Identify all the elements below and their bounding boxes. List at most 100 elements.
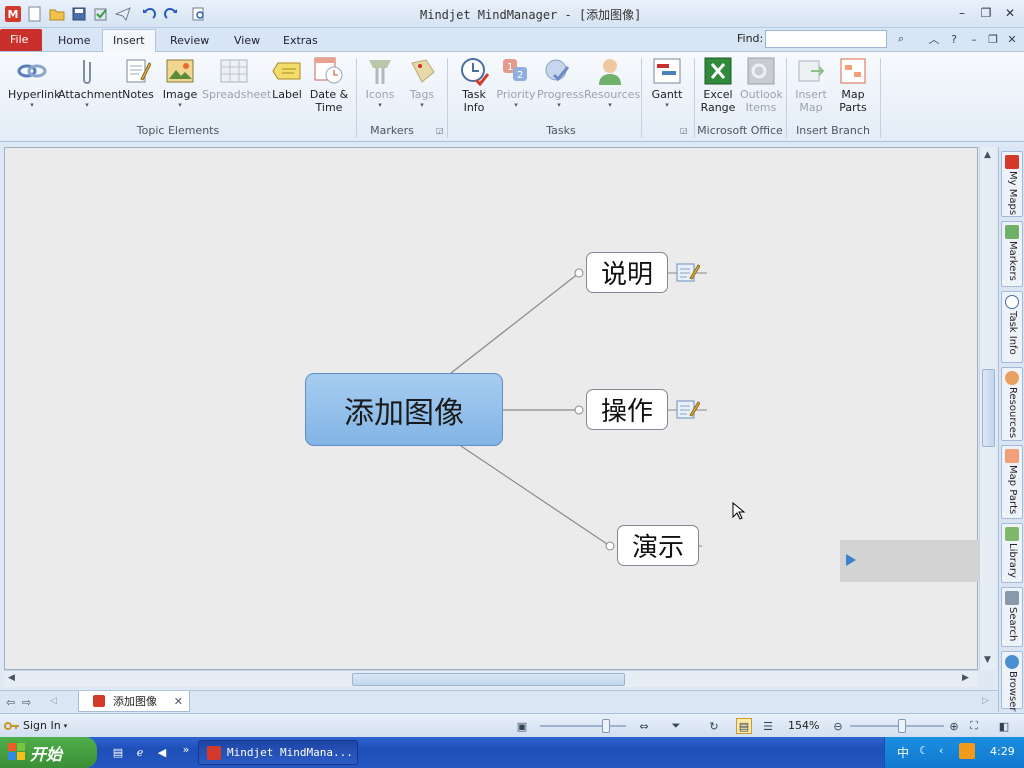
ime-tray-icon[interactable]: [959, 743, 975, 759]
app-menu-button[interactable]: M: [4, 5, 22, 23]
attachment-button[interactable]: Attachment ▾: [58, 56, 123, 109]
tab-scroll-right-icon[interactable]: ▷: [982, 696, 989, 706]
quick-launch-desktop-icon[interactable]: ▤: [110, 744, 126, 760]
outline-view-icon[interactable]: ☰: [760, 718, 776, 734]
refresh-icon[interactable]: ↻: [706, 718, 722, 734]
side-tab-browser[interactable]: Browser: [1001, 651, 1023, 712]
restore-icon[interactable]: ❐: [977, 5, 995, 21]
tab-insert[interactable]: Insert: [102, 29, 156, 53]
resources-button[interactable]: Resources ▾: [584, 56, 640, 109]
insert-map-button[interactable]: Insert Map: [792, 56, 830, 114]
redo-icon[interactable]: [162, 5, 180, 23]
topic-2[interactable]: 操作: [586, 389, 668, 430]
start-button[interactable]: 开始: [0, 737, 97, 768]
quick-launch-ie-icon[interactable]: ℯ: [132, 744, 148, 760]
outlook-items-button[interactable]: Outlook Items: [740, 56, 783, 114]
topic-3[interactable]: 演示: [617, 525, 699, 566]
collapsed-panel[interactable]: [840, 540, 979, 582]
new-map-icon[interactable]: [26, 5, 44, 23]
ime-arrow-icon[interactable]: ‹: [939, 744, 943, 757]
side-tab-search[interactable]: Search: [1001, 587, 1023, 647]
tasks-dialog-launcher-icon[interactable]: ◲: [680, 126, 688, 135]
close-tab-icon[interactable]: ✕: [174, 695, 183, 708]
horizontal-scroll-thumb[interactable]: [352, 673, 625, 686]
tab-extras[interactable]: Extras: [273, 30, 328, 52]
find-input[interactable]: [765, 30, 887, 48]
nav-forward-icon[interactable]: ⇨: [22, 696, 31, 709]
side-tab-my-maps[interactable]: My Maps: [1001, 151, 1023, 217]
fit-width-icon[interactable]: ⇔: [636, 718, 652, 734]
scroll-left-icon[interactable]: ◀: [8, 673, 15, 683]
collapse-ribbon-icon[interactable]: ︿: [926, 31, 942, 47]
image-button[interactable]: Image ▾: [162, 56, 198, 109]
zoom-slider-knob[interactable]: [898, 719, 906, 733]
view-slider-knob[interactable]: [602, 719, 610, 733]
print-preview-icon[interactable]: [190, 5, 208, 23]
note-pencil-icon[interactable]: [676, 398, 701, 420]
save-icon[interactable]: [70, 5, 88, 23]
binoculars-icon[interactable]: ⌕: [893, 31, 909, 47]
nav-back-icon[interactable]: ⇦: [6, 696, 15, 709]
map-view-icon[interactable]: ▤: [736, 718, 752, 734]
scroll-right-icon[interactable]: ▶: [962, 673, 969, 683]
sign-in-button[interactable]: Sign In ▾: [4, 719, 67, 732]
document-tab[interactable]: 添加图像 ✕: [78, 691, 190, 712]
label-button[interactable]: Label: [270, 56, 304, 101]
note-pencil-icon[interactable]: [676, 261, 701, 283]
side-tab-map-parts[interactable]: Map Parts: [1001, 445, 1023, 519]
hyperlink-button[interactable]: Hyperlink ▾: [8, 56, 61, 109]
map-parts-button[interactable]: Map Parts: [836, 56, 870, 114]
fit-map-icon[interactable]: ▣: [514, 718, 530, 734]
spreadsheet-button[interactable]: Spreadsheet: [202, 56, 271, 101]
topic-1[interactable]: 说明: [586, 252, 668, 293]
taskbar-item-mindmanager[interactable]: Mindjet MindMana...: [198, 740, 358, 765]
gantt-button[interactable]: Gantt ▾: [648, 56, 686, 109]
play-icon[interactable]: [846, 554, 856, 566]
help-icon[interactable]: ?: [946, 31, 962, 47]
progress-button[interactable]: Progress ▾: [537, 56, 584, 109]
view-slider-track[interactable]: [540, 725, 626, 727]
tab-file[interactable]: File: [0, 29, 42, 51]
check-in-icon[interactable]: [92, 5, 110, 23]
open-folder-icon[interactable]: [48, 5, 66, 23]
side-tab-resources[interactable]: Resources: [1001, 367, 1023, 441]
side-tab-task-info[interactable]: Task Info: [1001, 291, 1023, 363]
minimize-icon[interactable]: –: [953, 5, 971, 21]
send-icon[interactable]: [114, 5, 132, 23]
vertical-scrollbar[interactable]: ▲ ▼: [979, 147, 996, 670]
layout-icon[interactable]: ◧: [996, 718, 1012, 734]
scroll-up-icon[interactable]: ▲: [984, 150, 991, 160]
notes-button[interactable]: Notes: [120, 56, 156, 101]
markers-dialog-launcher-icon[interactable]: ◲: [436, 126, 444, 135]
undo-icon[interactable]: [140, 5, 158, 23]
fit-page-icon[interactable]: ⛶: [966, 718, 982, 734]
doc-restore-icon[interactable]: ❐: [985, 31, 1001, 47]
filter-icon[interactable]: ⏷: [668, 718, 684, 734]
doc-close-icon[interactable]: ✕: [1004, 31, 1020, 47]
side-tab-markers[interactable]: Markers: [1001, 221, 1023, 287]
side-tab-library[interactable]: Library: [1001, 523, 1023, 583]
date-time-button[interactable]: Date & Time: [309, 56, 349, 114]
vertical-scroll-thumb[interactable]: [982, 369, 995, 447]
tags-button[interactable]: Tags ▾: [404, 56, 440, 109]
tab-scroll-left-icon[interactable]: ◁: [50, 696, 57, 706]
task-info-button[interactable]: Task Info: [455, 56, 493, 114]
quick-launch-back-icon[interactable]: ◀: [154, 744, 170, 760]
moon-icon[interactable]: ☾: [919, 744, 929, 757]
priority-button[interactable]: 12 Priority ▾: [496, 56, 536, 109]
zoom-in-icon[interactable]: ⊕: [946, 718, 962, 734]
ime-indicator[interactable]: 中: [897, 744, 909, 761]
close-icon[interactable]: ✕: [1001, 5, 1019, 21]
horizontal-scrollbar[interactable]: ◀ ▶: [4, 670, 978, 687]
scroll-down-icon[interactable]: ▼: [984, 655, 991, 665]
central-topic[interactable]: 添加图像: [305, 373, 503, 446]
doc-minimize-icon[interactable]: –: [966, 31, 982, 47]
icons-button[interactable]: Icons ▾: [362, 56, 398, 109]
tab-review[interactable]: Review: [160, 30, 219, 52]
tab-home[interactable]: Home: [48, 30, 100, 52]
zoom-out-icon[interactable]: ⊖: [830, 718, 846, 734]
quick-launch-more-icon[interactable]: »: [178, 741, 194, 757]
excel-range-button[interactable]: Excel Range: [698, 56, 738, 114]
map-canvas[interactable]: 添加图像 说明 操作 演示: [4, 147, 979, 670]
tab-view[interactable]: View: [224, 30, 270, 52]
